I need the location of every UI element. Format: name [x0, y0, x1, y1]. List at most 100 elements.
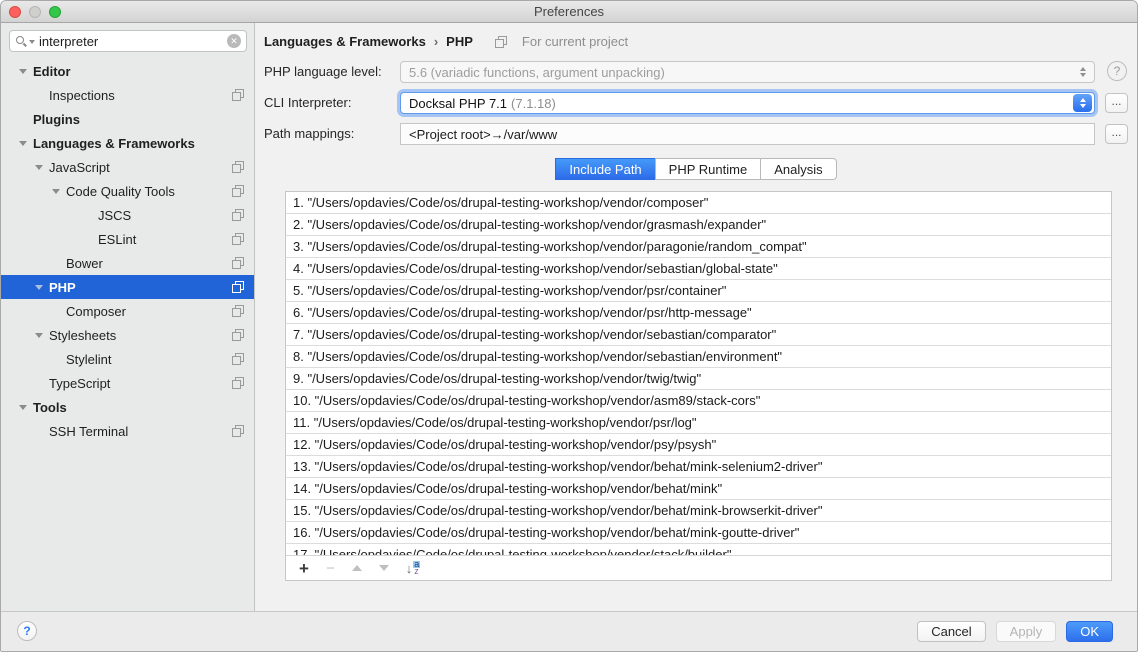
tab-php-runtime[interactable]: PHP Runtime — [655, 158, 762, 180]
expand-arrow-icon[interactable] — [35, 165, 49, 170]
footer-buttons: Cancel Apply OK — [917, 621, 1113, 642]
sidebar-item-label: Plugins — [33, 112, 232, 127]
expand-arrow-icon[interactable] — [35, 429, 49, 434]
breadcrumb-separator-icon: › — [434, 34, 438, 49]
scope-label: For current project — [522, 34, 628, 49]
language-level-label: PHP language level: — [264, 61, 382, 83]
tab-analysis[interactable]: Analysis — [760, 158, 836, 180]
include-path-row[interactable]: 8. "/Users/opdavies/Code/os/drupal-testi… — [286, 346, 1111, 368]
sidebar-item-eslint[interactable]: ESLint — [1, 227, 254, 251]
language-level-help-icon[interactable]: ? — [1107, 61, 1127, 81]
sidebar-item-tools[interactable]: Tools — [1, 395, 254, 419]
include-path-list: 1. "/Users/opdavies/Code/os/drupal-testi… — [286, 192, 1111, 555]
tab-include-path[interactable]: Include Path — [555, 158, 655, 180]
expand-arrow-icon[interactable] — [19, 117, 33, 122]
expand-arrow-icon[interactable] — [52, 261, 66, 266]
scope-indicator: For current project — [495, 34, 628, 49]
sort-alphabetically-button[interactable]: ↓ a z — [406, 561, 421, 576]
expand-arrow-icon[interactable] — [35, 93, 49, 98]
path-mappings-label: Path mappings: — [264, 123, 354, 145]
clear-search-icon[interactable] — [227, 34, 241, 48]
expand-arrow-icon[interactable] — [52, 357, 66, 362]
include-path-row[interactable]: 11. "/Users/opdavies/Code/os/drupal-test… — [286, 412, 1111, 434]
include-path-row[interactable]: 13. "/Users/opdavies/Code/os/drupal-test… — [286, 456, 1111, 478]
expand-arrow-icon[interactable] — [35, 333, 49, 338]
breadcrumb: Languages & Frameworks › PHP For current… — [264, 34, 628, 49]
include-path-row[interactable]: 3. "/Users/opdavies/Code/os/drupal-testi… — [286, 236, 1111, 258]
sidebar-item-languages-frameworks[interactable]: Languages & Frameworks — [1, 131, 254, 155]
language-level-select: 5.6 (variadic functions, argument unpack… — [400, 61, 1095, 83]
sidebar-item-bower[interactable]: Bower — [1, 251, 254, 275]
sidebar-item-php[interactable]: PHP — [1, 275, 254, 299]
search-icon — [15, 35, 28, 48]
sidebar-item-code-quality-tools[interactable]: Code Quality Tools — [1, 179, 254, 203]
list-toolbar: + − ↓ a z — [286, 555, 1111, 580]
sidebar-item-label: SSH Terminal — [49, 424, 232, 439]
search-options-caret-icon[interactable] — [29, 40, 35, 44]
breadcrumb-current: PHP — [446, 34, 473, 49]
sidebar-item-label: Composer — [66, 304, 232, 319]
remove-path-button: − — [326, 561, 335, 576]
titlebar: Preferences — [1, 1, 1137, 23]
sidebar-item-label: Inspections — [49, 88, 232, 103]
window-title: Preferences — [1, 4, 1137, 19]
sidebar-item-editor[interactable]: Editor — [1, 59, 254, 83]
sidebar-item-stylelint[interactable]: Stylelint — [1, 347, 254, 371]
cancel-button[interactable]: Cancel — [917, 621, 985, 642]
sidebar-item-label: TypeScript — [49, 376, 232, 391]
include-path-row[interactable]: 10. "/Users/opdavies/Code/os/drupal-test… — [286, 390, 1111, 412]
help-button[interactable]: ? — [17, 621, 37, 641]
search-input[interactable] — [39, 34, 227, 49]
include-path-row[interactable]: 17. "/Users/opdavies/Code/os/drupal-test… — [286, 544, 1111, 555]
include-path-row[interactable]: 1. "/Users/opdavies/Code/os/drupal-testi… — [286, 192, 1111, 214]
expand-arrow-icon[interactable] — [52, 189, 66, 194]
sidebar-item-label: JavaScript — [49, 160, 232, 175]
cli-interpreter-browse-button[interactable]: ... — [1105, 93, 1128, 113]
cli-interpreter-select[interactable]: Docksal PHP 7.1(7.1.18) — [400, 92, 1095, 114]
include-path-row[interactable]: 6. "/Users/opdavies/Code/os/drupal-testi… — [286, 302, 1111, 324]
include-path-row[interactable]: 9. "/Users/opdavies/Code/os/drupal-testi… — [286, 368, 1111, 390]
apply-button: Apply — [996, 621, 1057, 642]
per-project-settings-icon — [232, 305, 244, 317]
sidebar-item-javascript[interactable]: JavaScript — [1, 155, 254, 179]
sidebar-item-label: PHP — [49, 280, 232, 295]
sidebar-item-ssh-terminal[interactable]: SSH Terminal — [1, 419, 254, 443]
path-mappings-field[interactable]: <Project root>→/var/www — [400, 123, 1095, 145]
add-path-button[interactable]: + — [299, 561, 309, 576]
settings-sidebar: Editor Inspections Plugins Languages & F… — [1, 23, 255, 611]
expand-arrow-icon[interactable] — [35, 381, 49, 386]
ok-button[interactable]: OK — [1066, 621, 1113, 642]
include-path-row[interactable]: 2. "/Users/opdavies/Code/os/drupal-testi… — [286, 214, 1111, 236]
expand-arrow-icon[interactable] — [84, 237, 98, 242]
sidebar-item-label: Tools — [33, 400, 232, 415]
per-project-settings-icon — [232, 425, 244, 437]
settings-search-box[interactable] — [9, 30, 247, 52]
include-path-row[interactable]: 15. "/Users/opdavies/Code/os/drupal-test… — [286, 500, 1111, 522]
expand-arrow-icon[interactable] — [19, 141, 33, 146]
sidebar-item-jscs[interactable]: JSCS — [1, 203, 254, 227]
expand-arrow-icon[interactable] — [52, 309, 66, 314]
expand-arrow-icon[interactable] — [19, 405, 33, 410]
chevron-up-down-icon[interactable] — [1073, 94, 1092, 112]
include-path-row[interactable]: 12. "/Users/opdavies/Code/os/drupal-test… — [286, 434, 1111, 456]
breadcrumb-parent[interactable]: Languages & Frameworks — [264, 34, 426, 49]
include-path-row[interactable]: 4. "/Users/opdavies/Code/os/drupal-testi… — [286, 258, 1111, 280]
sidebar-item-composer[interactable]: Composer — [1, 299, 254, 323]
expand-arrow-icon[interactable] — [35, 285, 49, 290]
include-path-row[interactable]: 14. "/Users/opdavies/Code/os/drupal-test… — [286, 478, 1111, 500]
path-mappings-browse-button[interactable]: ... — [1105, 124, 1128, 144]
move-down-button — [379, 565, 389, 571]
include-path-row[interactable]: 5. "/Users/opdavies/Code/os/drupal-testi… — [286, 280, 1111, 302]
per-project-settings-icon — [232, 377, 244, 389]
expand-arrow-icon[interactable] — [84, 213, 98, 218]
include-path-row[interactable]: 7. "/Users/opdavies/Code/os/drupal-testi… — [286, 324, 1111, 346]
sidebar-item-typescript[interactable]: TypeScript — [1, 371, 254, 395]
sidebar-item-stylesheets[interactable]: Stylesheets — [1, 323, 254, 347]
expand-arrow-icon[interactable] — [19, 69, 33, 74]
include-path-row[interactable]: 16. "/Users/opdavies/Code/os/drupal-test… — [286, 522, 1111, 544]
sidebar-item-inspections[interactable]: Inspections — [1, 83, 254, 107]
preferences-window: Preferences Editor Inspections P — [0, 0, 1138, 652]
sidebar-item-plugins[interactable]: Plugins — [1, 107, 254, 131]
sidebar-item-label: Stylelint — [66, 352, 232, 367]
chevron-up-down-icon — [1076, 67, 1090, 77]
